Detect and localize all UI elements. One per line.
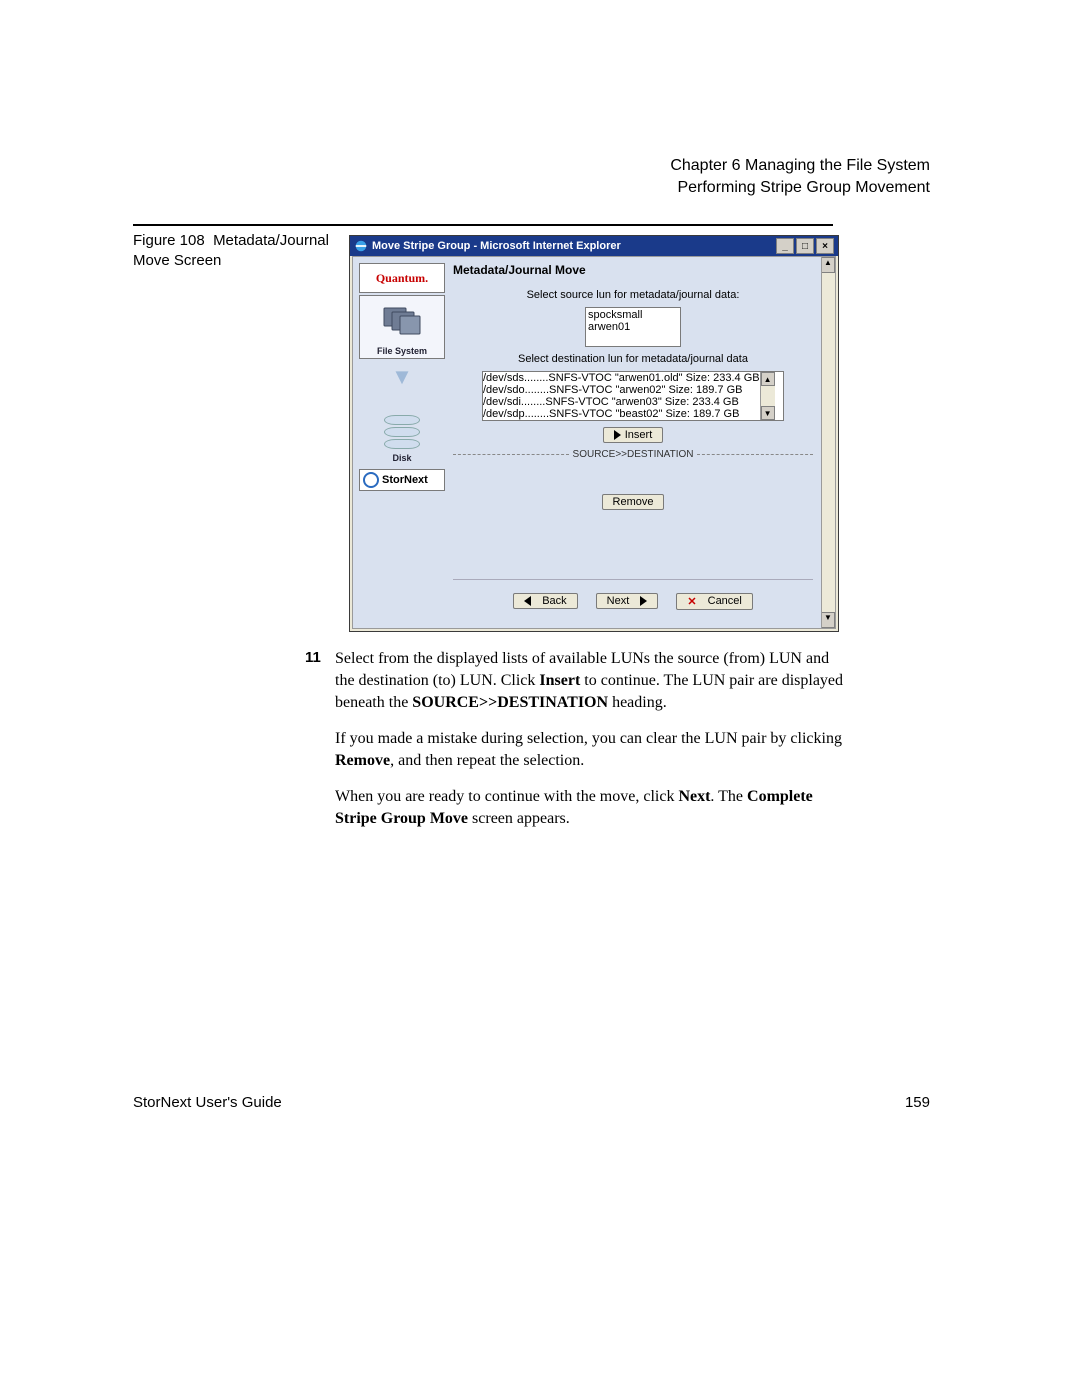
stornext-brand: StorNext xyxy=(359,469,445,491)
scroll-up-icon[interactable]: ▲ xyxy=(821,257,835,273)
back-arrow-icon xyxy=(524,596,531,606)
insert-label: Insert xyxy=(625,429,653,441)
list-item[interactable]: /dev/sdo........SNFS-VTOC "arwen02" Size… xyxy=(483,384,760,396)
list-item[interactable]: spocksmall xyxy=(588,309,678,321)
source-label: Select source lun for metadata/journal d… xyxy=(453,289,813,301)
disk-label: Disk xyxy=(392,453,411,465)
figure-number: Figure 108 xyxy=(133,232,205,249)
cancel-x-icon: ✕ xyxy=(687,595,696,608)
stornext-icon xyxy=(363,472,379,488)
cancel-button[interactable]: ✕ Cancel xyxy=(676,593,753,610)
dest-label: Select destination lun for metadata/jour… xyxy=(453,353,813,365)
dest-lun-list[interactable]: /dev/sds........SNFS-VTOC "arwen01.old" … xyxy=(483,372,760,420)
minimize-button[interactable]: _ xyxy=(776,238,794,254)
quantum-logo: Quantum. xyxy=(359,263,445,293)
list-item[interactable]: /dev/sds........SNFS-VTOC "arwen01.old" … xyxy=(483,372,760,384)
instruction-step: 11 Select from the displayed lists of av… xyxy=(335,648,845,831)
maximize-button[interactable]: □ xyxy=(796,238,814,254)
scroll-up-icon[interactable]: ▲ xyxy=(761,372,775,386)
list-scrollbar[interactable]: ▲▼ xyxy=(760,372,775,420)
sd-text: SOURCE>>DESTINATION xyxy=(569,449,698,460)
figure-caption: Figure 108 Metadata/Journal Move Screen xyxy=(133,231,333,272)
next-label: Next xyxy=(607,595,630,607)
scroll-down-icon[interactable]: ▼ xyxy=(761,406,775,420)
next-button[interactable]: Next xyxy=(596,593,659,609)
panel-title: Metadata/Journal Move xyxy=(453,263,813,277)
list-item[interactable]: /dev/sdp........SNFS-VTOC "beast02" Size… xyxy=(483,408,760,420)
filesystem-tile: File System xyxy=(359,295,445,359)
list-item[interactable]: arwen01 xyxy=(588,321,678,333)
back-label: Back xyxy=(542,595,566,607)
outer-scrollbar[interactable]: ▲▼ xyxy=(820,256,836,629)
close-button[interactable]: × xyxy=(816,238,834,254)
wizard-nav: Back Next ✕ Cancel xyxy=(453,579,813,622)
window-titlebar[interactable]: Move Stripe Group - Microsoft Internet E… xyxy=(350,236,838,256)
next-arrow-icon xyxy=(640,596,647,606)
cancel-label: Cancel xyxy=(708,595,742,607)
page-header: Chapter 6 Managing the File System Perfo… xyxy=(670,155,930,198)
insert-arrow-icon xyxy=(614,430,621,440)
filesystem-label: File System xyxy=(377,346,427,358)
chapter-line: Chapter 6 Managing the File System xyxy=(670,155,930,177)
footer-page-number: 159 xyxy=(905,1094,930,1111)
source-dest-divider: SOURCE>>DESTINATION xyxy=(453,449,813,460)
figure-rule xyxy=(133,224,833,226)
source-lun-list[interactable]: spocksmall arwen01 xyxy=(585,307,681,347)
disk-tile: Disk xyxy=(359,395,445,465)
step-number: 11 xyxy=(305,648,321,669)
scroll-down-icon[interactable]: ▼ xyxy=(821,612,835,628)
folders-icon xyxy=(382,302,422,338)
footer-doc-title: StorNext User's Guide xyxy=(133,1094,282,1111)
window-title: Move Stripe Group - Microsoft Internet E… xyxy=(372,240,621,252)
browser-window: Move Stripe Group - Microsoft Internet E… xyxy=(349,235,839,632)
ie-icon xyxy=(354,239,368,253)
back-button[interactable]: Back xyxy=(513,593,578,609)
remove-button[interactable]: Remove xyxy=(602,494,665,510)
flow-arrow-icon: ▼ xyxy=(359,359,445,395)
list-item[interactable]: /dev/sdi........SNFS-VTOC "arwen03" Size… xyxy=(483,396,760,408)
disk-icon xyxy=(384,415,420,449)
stornext-label: StorNext xyxy=(382,474,428,486)
section-line: Performing Stripe Group Movement xyxy=(670,177,930,199)
insert-button[interactable]: Insert xyxy=(603,427,664,443)
